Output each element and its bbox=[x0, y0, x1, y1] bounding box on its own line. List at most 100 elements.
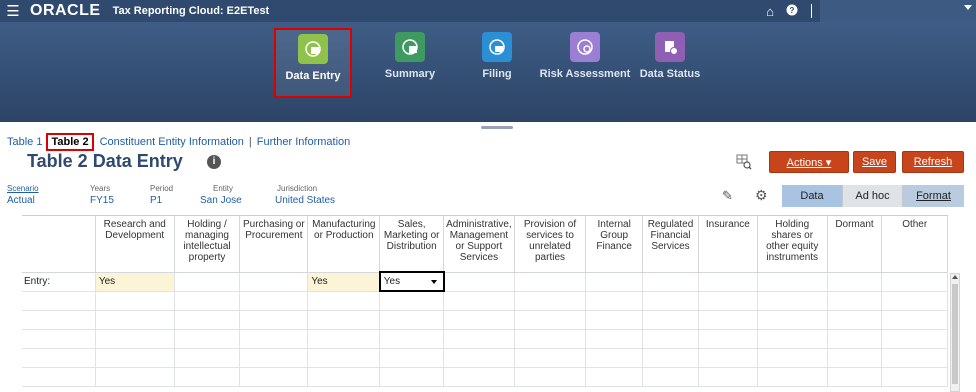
period-label: Period bbox=[150, 184, 174, 193]
grid-cell[interactable] bbox=[757, 272, 828, 292]
info-icon[interactable]: i bbox=[207, 155, 221, 169]
grid-cell[interactable] bbox=[698, 272, 758, 292]
search-grid-icon[interactable] bbox=[735, 153, 753, 171]
column-header[interactable]: Holding shares or other equity instrumen… bbox=[757, 216, 828, 273]
column-header[interactable]: Internal Group Finance bbox=[585, 216, 644, 273]
grid-cell[interactable]: Yes bbox=[307, 272, 381, 292]
nav-data-status[interactable]: Data Status bbox=[630, 32, 710, 80]
corner-header bbox=[22, 216, 96, 273]
data-mode-button[interactable]: Data bbox=[782, 185, 842, 207]
empty-cell bbox=[22, 348, 96, 368]
tab-separator: | bbox=[248, 136, 252, 148]
pov-scenario[interactable]: Scenario Actual bbox=[7, 184, 39, 206]
menu-icon[interactable]: ☰ bbox=[0, 2, 26, 20]
row-header: Entry: bbox=[22, 272, 96, 292]
page-title: Table 2 Data Entry bbox=[27, 151, 183, 171]
grid-cell[interactable] bbox=[239, 272, 309, 292]
tab-constituent-entity-information[interactable]: Constituent Entity Information bbox=[100, 136, 244, 148]
data-status-icon bbox=[655, 32, 685, 62]
empty-row bbox=[22, 310, 948, 330]
vertical-scrollbar[interactable] bbox=[950, 273, 960, 392]
column-header[interactable]: Holding / managing intellectual property bbox=[174, 216, 241, 273]
nav-label: Filing bbox=[482, 68, 512, 80]
pov-jurisdiction[interactable]: Jurisdiction United States bbox=[275, 184, 335, 206]
actions-button[interactable]: Actions ▾ bbox=[769, 151, 849, 173]
refresh-button[interactable]: Refresh bbox=[902, 151, 964, 173]
pencil-icon[interactable]: ✎ bbox=[722, 188, 738, 204]
grid-cell[interactable] bbox=[642, 272, 699, 292]
column-header[interactable]: Manufacturing or Production bbox=[307, 216, 381, 273]
column-header[interactable]: Purchasing or Procurement bbox=[239, 216, 309, 273]
nav-filing[interactable]: Filing bbox=[457, 32, 537, 80]
pov-entity[interactable]: Entity San Jose bbox=[200, 184, 242, 206]
gear-icon[interactable]: ⚙ bbox=[755, 187, 768, 204]
empty-cell bbox=[22, 310, 96, 330]
header-row: Research and Development Holding / manag… bbox=[22, 216, 948, 273]
tab-table-2[interactable]: Table 2 bbox=[46, 133, 94, 151]
nav-summary[interactable]: Summary bbox=[370, 32, 450, 80]
column-header[interactable]: Provision of services to unrelated parti… bbox=[514, 216, 587, 273]
oracle-logo: ORACLE bbox=[30, 2, 101, 19]
column-header[interactable]: Sales, Marketing or Distribution bbox=[379, 216, 445, 273]
help-icon[interactable]: ? bbox=[781, 4, 803, 19]
top-bar: ☰ ORACLE Tax Reporting Cloud: E2ETest ⌂ … bbox=[0, 0, 976, 22]
user-menu[interactable] bbox=[820, 0, 976, 22]
chevron-down-icon bbox=[430, 280, 437, 284]
column-header[interactable]: Administrative, Management or Support Se… bbox=[443, 216, 515, 273]
grid-cell[interactable] bbox=[585, 272, 644, 292]
format-mode-button[interactable]: Format bbox=[902, 185, 964, 207]
nav-label: Data Status bbox=[639, 68, 701, 80]
filing-icon bbox=[482, 32, 512, 62]
nav-risk-assessment[interactable]: Risk Assessment bbox=[530, 32, 640, 80]
save-button[interactable]: Save bbox=[853, 151, 896, 173]
tab-table-1[interactable]: Table 1 bbox=[7, 136, 42, 148]
form-tabs: Table 1 Table 2 Constituent Entity Infor… bbox=[7, 133, 350, 151]
chevron-down-icon bbox=[964, 5, 972, 10]
empty-row bbox=[22, 329, 948, 349]
grid-cell[interactable] bbox=[827, 272, 883, 292]
tab-further-information[interactable]: Further Information bbox=[257, 136, 351, 148]
empty-cell bbox=[22, 291, 96, 311]
empty-row bbox=[22, 348, 948, 368]
scrollbar-thumb[interactable] bbox=[952, 284, 958, 384]
nav-label: Summary bbox=[384, 68, 436, 80]
grid-cell[interactable] bbox=[881, 272, 948, 292]
empty-row bbox=[22, 367, 948, 387]
pov-years[interactable]: Years FY15 bbox=[90, 184, 114, 206]
column-header[interactable]: Insurance bbox=[698, 216, 758, 273]
app-title: Tax Reporting Cloud: E2ETest bbox=[112, 5, 270, 17]
risk-assessment-icon bbox=[570, 32, 600, 62]
table-row: Entry: Yes Yes Yes bbox=[22, 271, 948, 292]
navigation-band: Data Entry Summary Filing Risk Assessmen… bbox=[0, 22, 976, 122]
divider bbox=[811, 4, 812, 18]
grid-cell[interactable] bbox=[443, 272, 515, 292]
column-header[interactable]: Other bbox=[881, 216, 948, 273]
data-entry-icon bbox=[298, 34, 328, 64]
collapse-handle[interactable] bbox=[481, 126, 513, 129]
empty-cell bbox=[22, 329, 96, 349]
entity-label: Entity bbox=[213, 184, 234, 193]
period-value: P1 bbox=[150, 195, 163, 206]
scenario-label: Scenario bbox=[7, 184, 39, 193]
scroll-up-icon[interactable] bbox=[952, 275, 958, 279]
home-icon[interactable]: ⌂ bbox=[759, 4, 781, 19]
column-header[interactable]: Research and Development bbox=[95, 216, 175, 273]
column-header[interactable]: Regulated Financial Services bbox=[642, 216, 699, 273]
empty-cell bbox=[22, 367, 96, 387]
jurisdiction-label: Jurisdiction bbox=[277, 184, 318, 193]
grid-cell-dropdown[interactable]: Yes bbox=[378, 271, 445, 292]
scenario-value: Actual bbox=[7, 195, 35, 206]
adhoc-mode-button[interactable]: Ad hoc bbox=[842, 185, 902, 207]
summary-icon bbox=[395, 32, 425, 62]
grid-cell[interactable] bbox=[514, 272, 587, 292]
nav-label: Risk Assessment bbox=[539, 68, 631, 80]
jurisdiction-value: United States bbox=[275, 195, 336, 206]
entity-value: San Jose bbox=[200, 195, 242, 206]
pov-period[interactable]: Period P1 bbox=[150, 184, 173, 206]
grid-cell[interactable]: Yes bbox=[95, 272, 175, 292]
empty-row bbox=[22, 291, 948, 311]
nav-label: Data Entry bbox=[285, 70, 341, 82]
column-header[interactable]: Dormant bbox=[827, 216, 883, 273]
nav-data-entry[interactable]: Data Entry bbox=[274, 28, 352, 98]
grid-cell[interactable] bbox=[174, 272, 241, 292]
